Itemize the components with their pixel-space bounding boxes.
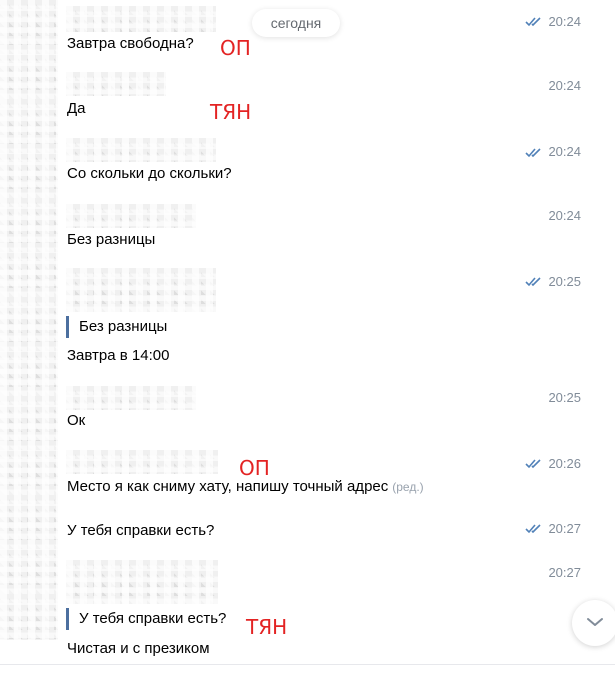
- message-time: 20:24: [548, 144, 581, 159]
- message-text: Да: [67, 100, 86, 117]
- message-text: Со скольки до скольки?: [67, 165, 232, 182]
- annotation-label: ОП: [220, 36, 251, 60]
- edited-marker[interactable]: (ред.): [392, 480, 423, 494]
- message-text: Завтра свободна?: [67, 35, 194, 52]
- message-time: 20:27: [548, 521, 581, 536]
- chat-history[interactable]: сегодня Завтра свободна? 20:24 Да 20:24 …: [0, 0, 615, 681]
- message-time: 20:24: [548, 208, 581, 223]
- double-check-icon: [525, 459, 543, 469]
- reply-quote[interactable]: Без разницы: [66, 316, 167, 338]
- message-time: 20:24: [548, 78, 581, 93]
- chevron-down-icon: [586, 614, 604, 632]
- reply-quote[interactable]: У тебя справки есть?: [66, 608, 226, 630]
- double-check-icon: [525, 277, 543, 287]
- message-text: У тебя справки есть?: [67, 522, 215, 539]
- sender-name-censored: [66, 138, 216, 162]
- message-time: 20:25: [548, 390, 581, 405]
- message-body: Место я как сниму хату, напишу точный ад…: [67, 478, 389, 495]
- double-check-icon: [525, 17, 543, 27]
- sender-name-censored: [66, 560, 218, 604]
- message-text: Место я как сниму хату, напишу точный ад…: [67, 478, 424, 495]
- double-check-icon: [525, 148, 543, 158]
- scroll-down-button[interactable]: [572, 600, 615, 646]
- avatar-censored: [0, 0, 58, 640]
- annotation-label: ТЯН: [246, 615, 288, 639]
- sender-name-censored: [66, 386, 196, 410]
- message-text: Без разницы: [67, 231, 156, 248]
- sender-name-censored: [66, 72, 166, 96]
- date-separator: сегодня: [252, 9, 340, 37]
- sender-name-censored: [66, 6, 216, 32]
- message-time: 20:24: [548, 14, 581, 29]
- message-time: 20:25: [548, 274, 581, 289]
- divider: [0, 664, 615, 665]
- message-time: 20:26: [548, 456, 581, 471]
- annotation-label: ТЯН: [210, 100, 252, 124]
- message-text: Ок: [67, 412, 86, 429]
- sender-name-censored: [66, 204, 196, 228]
- annotation-label: ОП: [239, 456, 270, 480]
- message-text: Чистая и с презиком: [67, 640, 210, 657]
- sender-name-censored: [66, 450, 218, 474]
- sender-name-censored: [66, 268, 216, 312]
- message-time: 20:27: [548, 565, 581, 580]
- double-check-icon: [525, 524, 543, 534]
- message-text: Завтра в 14:00: [67, 347, 170, 364]
